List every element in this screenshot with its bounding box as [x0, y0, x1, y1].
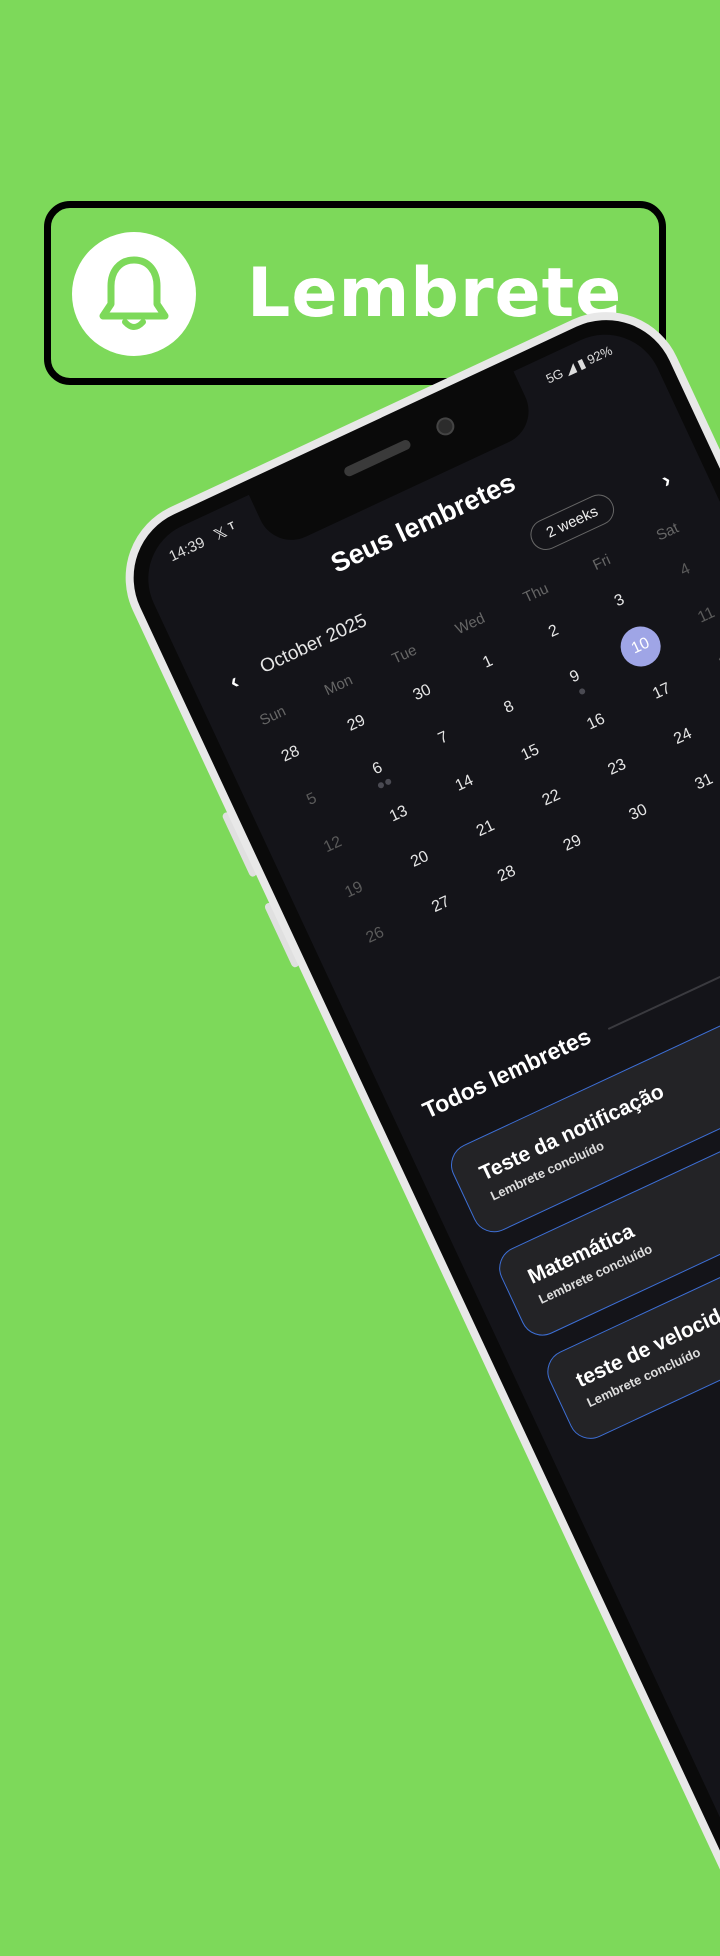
calendar-day[interactable]: 22 [512, 769, 591, 829]
calendar-day[interactable]: 15 [491, 723, 570, 783]
notification-icons: 𝕏 ᵀ [211, 519, 240, 545]
calendar-day[interactable]: 21 [446, 799, 525, 859]
calendar-day[interactable]: 14 [425, 754, 504, 814]
battery-level: 92% [584, 342, 615, 368]
calendar-day[interactable]: 8 [470, 678, 549, 738]
calendar-day[interactable]: 6 [338, 739, 417, 799]
calendar-day[interactable]: 23 [578, 738, 657, 798]
calendar-day[interactable]: 29 [317, 694, 396, 754]
calendar-day[interactable]: 4 [646, 541, 720, 601]
next-month-button[interactable]: › [657, 467, 675, 494]
calendar-day[interactable]: 17 [622, 662, 701, 722]
calendar-day[interactable]: 12 [293, 815, 372, 875]
calendar-day[interactable]: 13 [359, 785, 438, 845]
calendar-day[interactable]: 20 [380, 830, 459, 890]
prev-month-button[interactable]: ‹ [225, 668, 243, 695]
calendar-day[interactable]: 27 [401, 875, 480, 935]
calendar-day[interactable]: 7 [404, 709, 483, 769]
signal-label: 5G [543, 365, 566, 387]
calendar-day[interactable]: 19 [315, 861, 394, 921]
calendar-day[interactable]: 30 [383, 663, 462, 723]
calendar-day[interactable]: 16 [557, 693, 636, 753]
front-camera [433, 414, 458, 439]
signal-icon: ◢ ▮ [562, 355, 588, 378]
calendar-day[interactable]: 28 [251, 725, 330, 785]
calendar-day[interactable]: 3 [580, 571, 659, 631]
calendar-day[interactable]: 5 [272, 770, 351, 830]
calendar-day[interactable]: 1 [448, 633, 527, 693]
calendar-day[interactable]: 9 [535, 647, 614, 707]
phone-screen: 14:39 𝕏 ᵀ 5G ◢ ▮ 92% Seus lembretes ‹ Oc… [129, 315, 720, 1925]
phone-mockup: 14:39 𝕏 ᵀ 5G ◢ ▮ 92% Seus lembretes ‹ Oc… [100, 286, 720, 1954]
status-time: 14:39 [166, 533, 208, 566]
calendar-day[interactable]: 30 [599, 783, 678, 843]
calendar-day[interactable]: 2 [514, 602, 593, 662]
calendar-format-button[interactable]: 2 weeks [525, 489, 620, 556]
bell-icon [99, 256, 169, 330]
calendar-day-selected[interactable]: 10 [601, 617, 680, 677]
calendar-day[interactable]: 24 [643, 707, 720, 767]
calendar-day[interactable]: 29 [533, 814, 612, 874]
calendar-day[interactable]: 28 [467, 845, 546, 905]
calendar-day[interactable]: 26 [336, 906, 415, 966]
bell-badge [72, 232, 196, 356]
section-divider [607, 901, 720, 1030]
